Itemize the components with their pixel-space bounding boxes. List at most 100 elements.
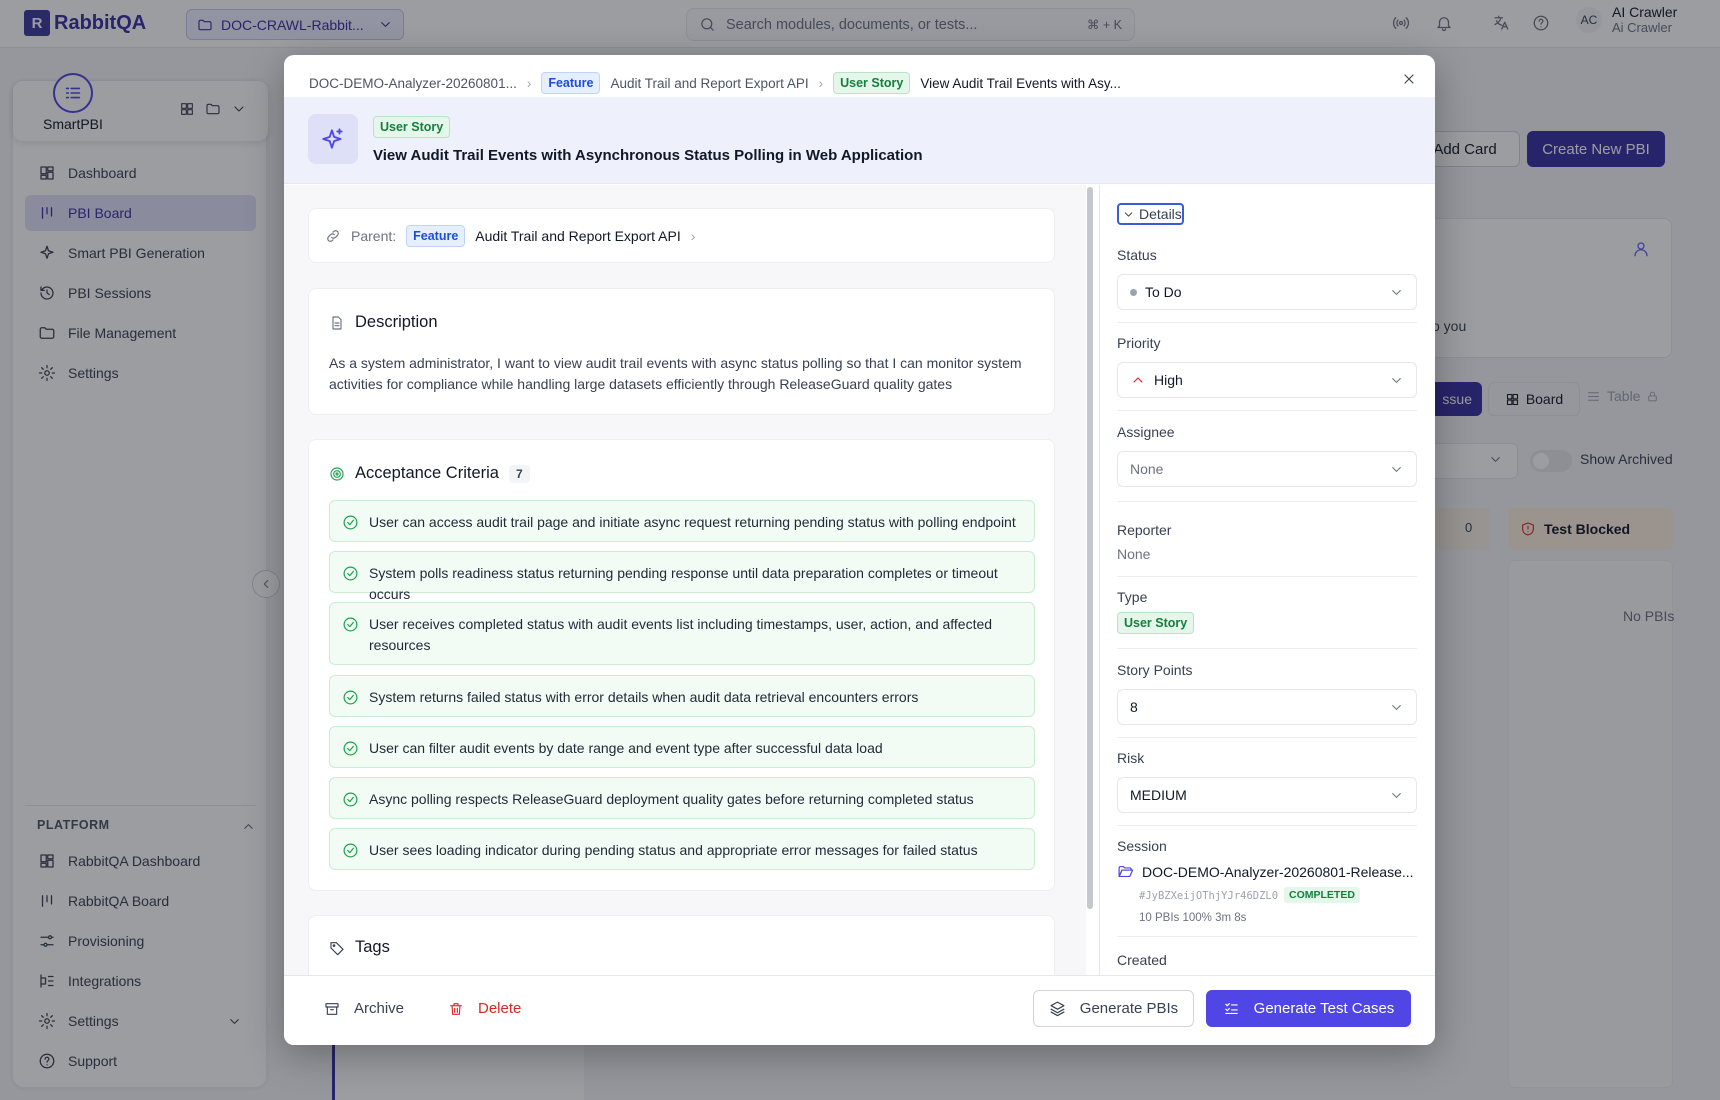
- status-dot: [1130, 288, 1137, 296]
- check-circle-icon: [343, 566, 358, 581]
- assignee-select[interactable]: None: [1117, 451, 1417, 487]
- breadcrumb-doc[interactable]: DOC-DEMO-Analyzer-20260801...: [309, 76, 517, 91]
- criteria-count: 7: [508, 464, 530, 483]
- chevron-down-icon: [1392, 704, 1401, 710]
- assignee-label: Assignee: [1117, 424, 1175, 440]
- criteria-item: System polls readiness status returning …: [329, 551, 1035, 602]
- divider: [1117, 825, 1417, 826]
- tag-icon: [330, 941, 344, 955]
- sparkle-icon: [308, 114, 358, 164]
- content-pane: Parent: Feature Audit Trail and Report E…: [284, 185, 1086, 975]
- criteria-item: User receives completed status with audi…: [329, 602, 1035, 665]
- divider: [1117, 936, 1417, 937]
- checklist-icon: [1224, 1002, 1238, 1015]
- modal-header: User Story View Audit Trail Events with …: [284, 97, 1435, 184]
- check-circle-icon: [343, 843, 358, 858]
- delete-button[interactable]: Delete: [448, 1000, 521, 1017]
- document-icon: [332, 315, 342, 330]
- section-title: Acceptance Criteria: [355, 464, 499, 482]
- chevron-down-icon: [1392, 377, 1401, 383]
- session-link[interactable]: DOC-DEMO-Analyzer-20260801-Release...: [1117, 863, 1414, 880]
- parent-label: Parent:: [351, 227, 397, 244]
- session-status-badge: COMPLETED: [1284, 887, 1360, 903]
- details-toggle[interactable]: Details: [1117, 203, 1184, 225]
- status-value: To Do: [1145, 284, 1182, 300]
- criteria-item: Async polling respects ReleaseGuard depl…: [329, 777, 1035, 819]
- section-title: Tags: [355, 938, 390, 956]
- breadcrumb-feature[interactable]: Audit Trail and Report Export API: [610, 76, 808, 91]
- status-select[interactable]: To Do: [1117, 274, 1417, 310]
- check-circle-icon: [343, 515, 358, 530]
- risk-value: MEDIUM: [1130, 787, 1187, 803]
- divider: [1117, 737, 1417, 738]
- chevron-down-icon: [1392, 289, 1401, 295]
- divider: [1117, 410, 1417, 411]
- feature-badge: Feature: [406, 224, 466, 247]
- created-label: Created: [1117, 952, 1167, 968]
- session-name: DOC-DEMO-Analyzer-20260801-Release...: [1142, 863, 1414, 880]
- priority-label: Priority: [1117, 335, 1161, 351]
- check-circle-icon: [343, 741, 358, 756]
- details-panel: Details Status To Do Priority High Assig…: [1099, 185, 1435, 975]
- criteria-item: User can access audit trail page and ini…: [329, 500, 1035, 542]
- chevron-right-icon: ›: [818, 75, 824, 91]
- divider: [1117, 322, 1417, 323]
- type-badge: User Story: [1117, 612, 1195, 634]
- breadcrumb: DOC-DEMO-Analyzer-20260801... › Feature …: [309, 72, 1121, 94]
- check-circle-icon: [343, 690, 358, 705]
- layers-icon: [1050, 1001, 1065, 1017]
- session-label: Session: [1117, 838, 1167, 854]
- chevron-down-icon: [1392, 466, 1401, 472]
- reporter-value: None: [1117, 546, 1151, 562]
- scrollbar[interactable]: [1087, 187, 1093, 909]
- check-circle-icon: [343, 792, 358, 807]
- chevron-down-icon: [1124, 211, 1133, 217]
- close-icon[interactable]: [1401, 71, 1417, 87]
- modal-footer: Archive Delete Generate PBIs Generate Te…: [284, 975, 1435, 1045]
- breadcrumb-story: View Audit Trail Events with Asy...: [920, 75, 1121, 91]
- parent-title: Audit Trail and Report Export API: [475, 227, 681, 244]
- priority-value: High: [1154, 372, 1183, 388]
- feature-badge: Feature: [541, 72, 601, 94]
- check-circle-icon: [343, 617, 358, 632]
- chevron-right-icon: ›: [526, 75, 532, 91]
- risk-label: Risk: [1117, 750, 1145, 766]
- criteria-item: User sees loading indicator during pendi…: [329, 828, 1035, 870]
- link-icon: [327, 229, 339, 242]
- generate-pbis-button[interactable]: Generate PBIs: [1033, 990, 1194, 1027]
- divider: [1117, 576, 1417, 577]
- user-story-badge: User Story: [833, 72, 911, 94]
- divider: [1117, 501, 1417, 502]
- type-badge: User Story: [373, 116, 451, 138]
- parent-link[interactable]: Parent: Feature Audit Trail and Report E…: [308, 208, 1055, 263]
- description-text: As a system administrator, I want to vie…: [329, 355, 1022, 392]
- pbi-detail-modal: DOC-DEMO-Analyzer-20260801... › Feature …: [284, 55, 1435, 1045]
- pbi-title: View Audit Trail Events with Asynchronou…: [373, 147, 923, 164]
- section-title: Description: [355, 313, 438, 331]
- chevron-down-icon: [1392, 792, 1401, 798]
- generate-test-cases-button[interactable]: Generate Test Cases: [1206, 990, 1411, 1027]
- assignee-value: None: [1130, 461, 1164, 477]
- trash-icon: [450, 1002, 462, 1015]
- tags-section: Tags: [308, 915, 1055, 975]
- chevron-right-icon: ›: [690, 227, 696, 244]
- acceptance-criteria-section: Acceptance Criteria 7 User can access au…: [308, 439, 1055, 891]
- archive-button[interactable]: Archive: [324, 1000, 404, 1017]
- priority-select[interactable]: High: [1117, 362, 1417, 398]
- session-id: #JyBZXeijOThjYJr46DZL0: [1139, 890, 1279, 902]
- status-label: Status: [1117, 247, 1157, 263]
- target-icon: [330, 466, 344, 481]
- description-section: Description As a system administrator, I…: [308, 288, 1055, 415]
- story-points-label: Story Points: [1117, 662, 1193, 678]
- reporter-label: Reporter: [1117, 522, 1172, 538]
- folder-open-icon: [1118, 865, 1134, 878]
- session-meta: 10 PBIs 100% 3m 8s: [1139, 912, 1247, 924]
- divider: [1117, 648, 1417, 649]
- risk-select[interactable]: MEDIUM: [1117, 777, 1417, 813]
- type-label: Type: [1117, 589, 1148, 605]
- arrow-up-icon: [1133, 377, 1143, 383]
- story-points-value: 8: [1130, 699, 1138, 715]
- criteria-item: System returns failed status with error …: [329, 675, 1035, 717]
- criteria-item: User can filter audit events by date ran…: [329, 726, 1035, 768]
- story-points-select[interactable]: 8: [1117, 689, 1417, 725]
